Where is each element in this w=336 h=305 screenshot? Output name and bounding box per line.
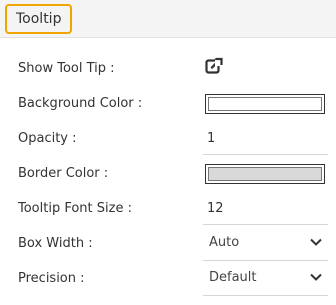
border-color-swatch[interactable] (205, 164, 325, 184)
show-tooltip-label: Show Tool Tip : (18, 61, 115, 76)
background-color-swatch[interactable] (205, 94, 325, 114)
opacity-label: Opacity : (18, 131, 77, 146)
box-width-label: Box Width : (18, 236, 93, 251)
background-color-fill (208, 97, 322, 111)
tooltip-settings-panel: Tooltip Show Tool Tip : Background Color… (0, 0, 336, 305)
opacity-row: Opacity : 1 (0, 121, 336, 157)
background-color-row: Background Color : (0, 86, 336, 122)
background-color-label: Background Color : (18, 96, 143, 111)
tooltip-tab[interactable]: Tooltip (5, 4, 73, 34)
tooltip-font-size-input[interactable]: 12 (207, 191, 224, 227)
box-width-select[interactable]: Auto (203, 226, 328, 261)
chevron-down-icon (310, 273, 322, 281)
tooltip-font-size-row: Tooltip Font Size : 12 (0, 191, 336, 227)
border-color-row: Border Color : (0, 156, 336, 192)
precision-row: Precision : Default (0, 261, 336, 297)
border-color-fill (208, 167, 322, 181)
panel-header: Tooltip (0, 0, 336, 38)
precision-select[interactable]: Default (203, 261, 328, 296)
box-width-selected: Auto (209, 235, 240, 250)
opacity-underline (203, 154, 328, 155)
border-color-label: Border Color : (18, 166, 109, 181)
box-width-row: Box Width : Auto (0, 226, 336, 262)
opacity-input[interactable]: 1 (207, 121, 215, 157)
external-link-icon[interactable] (205, 57, 223, 75)
tooltip-font-size-label: Tooltip Font Size : (18, 201, 132, 216)
precision-selected: Default (209, 270, 257, 285)
chevron-down-icon (310, 238, 322, 246)
precision-label: Precision : (18, 271, 85, 286)
tooltip-font-size-underline (203, 224, 328, 225)
show-tooltip-row: Show Tool Tip : (0, 51, 336, 87)
